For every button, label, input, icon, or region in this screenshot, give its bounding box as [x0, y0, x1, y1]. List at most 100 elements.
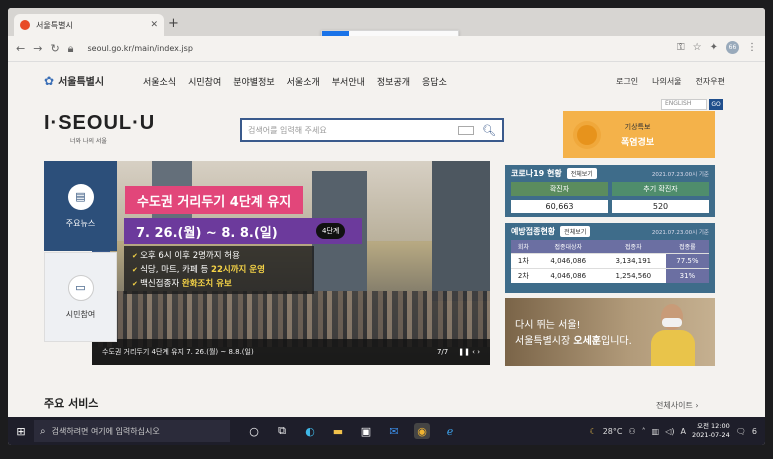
banner-bullets: 오후 6시 이후 2명까지 허용 식당, 마트, 카페 등 22시까지 운영 백…	[124, 246, 314, 294]
vaccination-cell: 4,046,086	[535, 268, 601, 283]
site-logo-text: 서울특별시	[58, 77, 105, 88]
profile-avatar[interactable]: 66	[726, 41, 739, 54]
star-icon[interactable]: ☆	[693, 42, 702, 53]
url-field[interactable]: seoul.go.kr/main/index.jsp	[88, 44, 193, 53]
menu-dots-icon[interactable]: ⋮	[747, 42, 757, 53]
slogan: 너와 나의 서울	[70, 138, 107, 145]
sitemap-link[interactable]: 전체사이트 ›	[656, 400, 699, 411]
mayor-line1: 다시 뛰는 서울!	[515, 320, 581, 331]
banner-title: 수도권 거리두기 4단계 유지	[125, 186, 304, 214]
clock-date: 2021-07-24	[691, 431, 730, 439]
edge-icon[interactable]: ◐	[302, 423, 318, 439]
weather-title: 기상특보	[624, 122, 651, 131]
mayor-banner[interactable]: 다시 뛰는 서울! 서울특별시장 오세훈입니다.	[505, 298, 715, 366]
key-icon[interactable]: ⚿	[677, 42, 685, 53]
menu-item-response[interactable]: 응답소	[422, 75, 447, 88]
language-go-button[interactable]: GO	[709, 99, 723, 110]
weather-alert[interactable]: 기상특보 폭염경보	[563, 111, 715, 158]
browser-tab[interactable]: 서울특별시 ✕	[14, 14, 164, 36]
covid-timestamp: 2021.07.23.00시 기준	[651, 171, 709, 178]
vaccination-panel: 예방접종현황 전체보기 2021.07.23.00시 기준 회차 접종대상자 접…	[505, 223, 715, 293]
vaccination-view-all-button[interactable]: 전체보기	[560, 226, 591, 237]
quick-item-participation[interactable]: ▭ 시민참여	[44, 252, 117, 342]
quick-item-news[interactable]: ▤ 주요뉴스	[44, 161, 117, 251]
search-icon: ⌕	[40, 425, 46, 437]
vaccination-cell: 77.5%	[665, 253, 709, 269]
forward-icon[interactable]: →	[33, 42, 42, 55]
laptop-screen: 서울특별시 ✕ + ▢ ◌ ▭ ▣ ✕ ← → ↻ 🔒︎ seoul.go.kr…	[8, 8, 765, 445]
quick-item-label: 시민참여	[65, 309, 96, 319]
quick-menu: ▤ 주요뉴스 ▭ 시민참여	[44, 161, 117, 342]
mail-icon[interactable]: ✉	[386, 423, 402, 439]
services-heading: 주요 서비스	[44, 397, 99, 410]
vaccination-timestamp: 2021.07.23.00시 기준	[651, 229, 709, 236]
windows-start-icon[interactable]: ⊞	[8, 425, 34, 438]
keyboard-icon[interactable]	[458, 125, 475, 135]
network-icon[interactable]: ▥	[652, 427, 660, 436]
store-icon[interactable]: ▣	[358, 423, 374, 439]
email-link[interactable]: 전자우편	[696, 76, 725, 87]
banner-bullet: 식당, 마트, 카페 등 22시까지 운영	[132, 263, 306, 277]
file-explorer-icon[interactable]: ▬	[330, 423, 346, 439]
menu-item-disclosure[interactable]: 정보공개	[377, 75, 410, 88]
back-icon[interactable]: ←	[16, 42, 25, 55]
windows-taskbar: ⊞ ⌕ 검색하려면 여기에 입력하십시오 ○ ⧉ ◐ ▬ ▣ ✉ ◉ ℯ ☾ 2…	[8, 417, 765, 445]
clock[interactable]: 오전 12:00 2021-07-24	[692, 422, 730, 440]
tab-title: 서울특별시	[36, 20, 73, 30]
search-box: 검색어를 입력해 주세요 🔍︎	[240, 118, 504, 142]
site-logo[interactable]: ✿ 서울특별시	[44, 73, 105, 89]
covid-label-confirmed: 확진자	[511, 182, 608, 196]
ie-icon[interactable]: ℯ	[442, 423, 458, 439]
close-tab-icon[interactable]: ✕	[150, 20, 158, 30]
vaccination-header: 접종대상자	[535, 240, 601, 254]
lock-icon[interactable]: 🔒︎	[68, 42, 74, 56]
menu-item-info[interactable]: 분야별정보	[233, 75, 274, 88]
table-row: 1차 4,046,086 3,134,191 77.5%	[511, 253, 709, 269]
menu-item-departments[interactable]: 부서안내	[332, 75, 365, 88]
my-seoul-link[interactable]: 나의서울	[652, 76, 681, 87]
reload-icon[interactable]: ↻	[50, 42, 59, 55]
main-banner[interactable]: 요 수도권 거리두기 4단계 유지 7. 26.(월) ~ 8. 8.(일) 4…	[92, 161, 490, 365]
iseoulu-logo[interactable]: I·SEOUL·U	[44, 112, 155, 135]
banner-bullet: 오후 6시 이후 2명까지 허용	[132, 249, 306, 263]
covid-label-additional: 추기 확진자	[612, 182, 709, 196]
cortana-icon[interactable]: ○	[246, 423, 262, 439]
volume-icon[interactable]: ◁)	[665, 427, 674, 436]
search-input[interactable]: 검색어를 입력해 주세요	[248, 125, 458, 136]
ime-indicator[interactable]: A	[680, 427, 685, 436]
menu-item-news[interactable]: 서울소식	[143, 75, 176, 88]
taskbar-search[interactable]: ⌕ 검색하려면 여기에 입력하십시오	[34, 420, 230, 442]
notification-icon[interactable]: 🗨︎	[736, 427, 746, 436]
mayor-line2: 서울특별시장 오세훈입니다.	[515, 336, 632, 347]
people-icon[interactable]: ⚇	[628, 427, 635, 436]
menu-item-participation[interactable]: 시민참여	[188, 75, 221, 88]
banner-caption-bar: 수도권 거리두기 4단계 유지 7. 26.(월) ~ 8.8.(일) 7/7 …	[92, 339, 490, 365]
new-tab-icon[interactable]: +	[168, 16, 179, 31]
weather-moon-icon[interactable]: ☾	[590, 427, 597, 436]
vaccination-header: 접종률	[665, 240, 709, 254]
mayor-portrait	[651, 304, 695, 366]
taskbar-search-input[interactable]: 검색하려면 여기에 입력하십시오	[52, 426, 160, 437]
vaccination-header: 회차	[511, 240, 536, 254]
covid-status-panel: 코로나19 현황 전체보기 2021.07.23.00시 기준 확진자 추기 확…	[505, 165, 715, 217]
vaccination-cell: 4,046,086	[535, 253, 601, 269]
menu-item-about[interactable]: 서울소개	[287, 75, 320, 88]
search-icon[interactable]: 🔍︎	[482, 124, 496, 137]
seoul-mark-icon: ✿	[44, 73, 55, 88]
language-selector: ENGLISH GO	[661, 99, 723, 110]
weather-status: 폭염경보	[621, 137, 655, 148]
banner-page-indicator: 7/7	[436, 348, 449, 356]
covid-view-all-button[interactable]: 전체보기	[566, 168, 597, 179]
login-link[interactable]: 로그인	[616, 76, 638, 87]
favicon-icon	[20, 20, 30, 30]
show-hidden-icon[interactable]: ˄	[642, 427, 646, 436]
sun-icon	[577, 124, 597, 145]
extensions-icon[interactable]: ✦	[710, 42, 718, 53]
vaccination-table: 회차 접종대상자 접종자 접종률 1차 4,046,086 3,134,191 …	[511, 240, 709, 283]
language-select[interactable]: ENGLISH	[661, 99, 707, 110]
chrome-icon[interactable]: ◉	[414, 423, 430, 439]
covid-title: 코로나19 현황	[511, 169, 562, 178]
tray-temperature[interactable]: 28°C	[603, 427, 623, 436]
banner-controls[interactable]: ❚❚ ‹ ›	[458, 348, 480, 356]
task-view-icon[interactable]: ⧉	[274, 423, 290, 439]
